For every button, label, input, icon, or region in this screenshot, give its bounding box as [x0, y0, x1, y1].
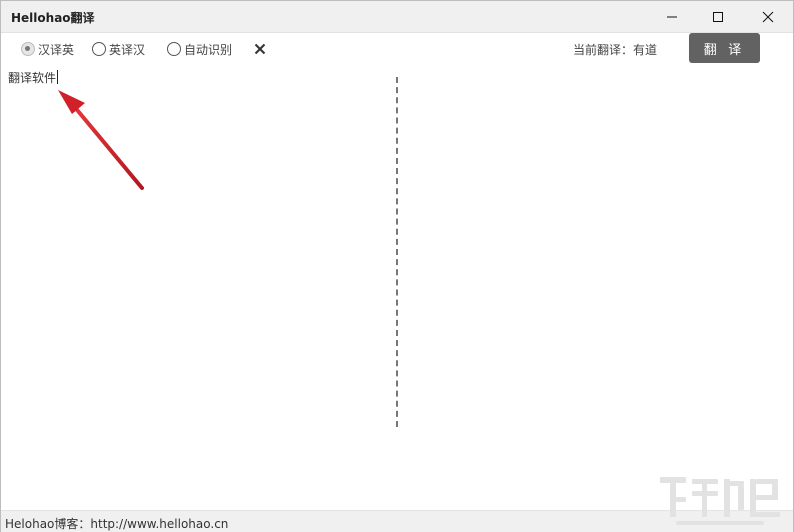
text-caret	[57, 70, 59, 84]
app-window: Hellohao翻译 汉译英 英译汉 自动识别 当前翻译：有道 翻 译 翻译软件…	[0, 0, 794, 532]
mode-radio-auto[interactable]: 自动识别	[167, 40, 232, 58]
status-text: Helohao博客：http://www.hellohao.cn	[5, 517, 229, 531]
mode-radio-zh-en[interactable]: 汉译英	[21, 40, 74, 58]
maximize-icon	[713, 11, 723, 22]
mode-radio-en-zh[interactable]: 英译汉	[92, 40, 145, 58]
toolbar: 汉译英 英译汉 自动识别 当前翻译：有道 翻 译	[1, 33, 793, 67]
clear-button[interactable]	[252, 41, 268, 57]
translation-output[interactable]	[401, 69, 791, 509]
radio-unselected-icon	[167, 42, 181, 56]
close-button[interactable]	[745, 1, 791, 32]
title-bar: Hellohao翻译	[1, 1, 793, 33]
maximize-button[interactable]	[695, 1, 741, 32]
minimize-icon	[667, 16, 677, 17]
status-bar: Helohao博客：http://www.hellohao.cn	[1, 510, 793, 532]
radio-selected-icon	[21, 42, 35, 56]
window-title: Hellohao翻译	[11, 11, 95, 25]
mode-label: 自动识别	[184, 42, 233, 57]
radio-unselected-icon	[92, 42, 106, 56]
source-text: 翻译软件	[8, 70, 59, 85]
translate-button[interactable]: 翻 译	[689, 33, 760, 63]
mode-label: 汉译英	[38, 42, 75, 57]
current-engine-label: 当前翻译：有道	[573, 43, 658, 57]
source-text-input[interactable]: 翻译软件	[5, 69, 393, 509]
mode-label: 英译汉	[109, 42, 146, 57]
minimize-button[interactable]	[649, 1, 695, 32]
clear-x-icon	[254, 43, 266, 55]
close-icon	[762, 11, 774, 22]
pane-divider	[396, 77, 398, 427]
